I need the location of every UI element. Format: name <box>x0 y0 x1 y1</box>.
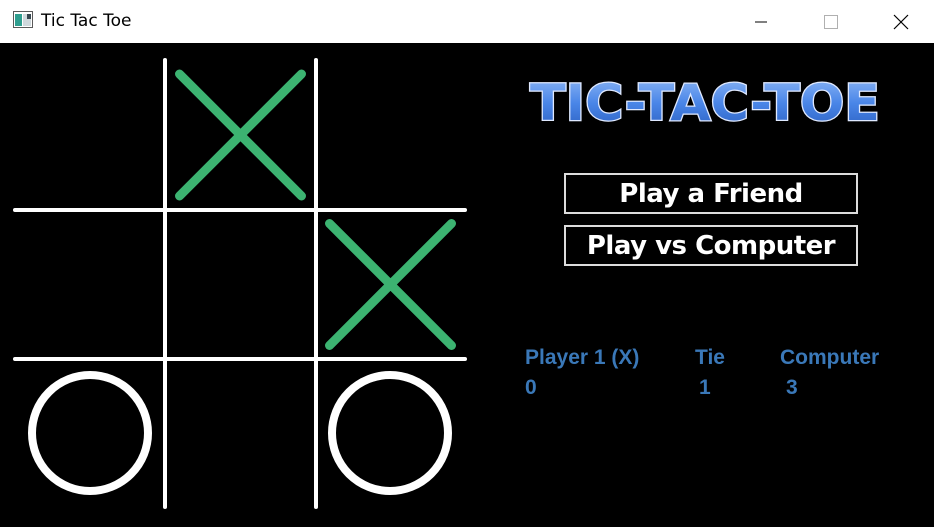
player1-label: Player 1 (X) <box>525 346 640 369</box>
minimize-icon <box>755 21 767 22</box>
window-title: Tic Tac Toe <box>41 11 132 31</box>
play-a-friend-button[interactable]: Play a Friend <box>564 173 858 214</box>
game-window: Tic Tac Toe TIC-TAC-TOE Play a Friend Pl… <box>0 0 934 527</box>
maximize-icon <box>824 14 838 29</box>
computer-score: 3 <box>786 376 798 399</box>
computer-label: Computer <box>780 346 880 369</box>
board-cell-1-0[interactable] <box>15 210 165 359</box>
board-cell-1-1[interactable] <box>165 210 316 359</box>
minimize-button[interactable] <box>738 0 784 43</box>
play-vs-computer-button[interactable]: Play vs Computer <box>564 225 858 266</box>
board-cell-0-2[interactable] <box>316 60 465 210</box>
tie-score: 1 <box>699 376 711 399</box>
tie-label: Tie <box>695 346 725 369</box>
logo-tic-tac-toe: TIC-TAC-TOE <box>529 73 882 132</box>
game-board[interactable] <box>0 43 480 527</box>
board-cell-0-0[interactable] <box>15 60 165 210</box>
app-window-icon <box>13 11 33 28</box>
title-bar[interactable]: Tic Tac Toe <box>0 0 934 43</box>
board-cell-2-1[interactable] <box>165 359 316 507</box>
logo-text: TIC-TAC-TOE <box>530 74 880 132</box>
board-cell-2-2[interactable] <box>316 359 465 507</box>
close-icon <box>893 14 909 29</box>
close-button[interactable] <box>878 0 924 43</box>
board-cell-2-0[interactable] <box>15 359 165 507</box>
maximize-button[interactable] <box>808 0 854 43</box>
player1-score: 0 <box>525 376 537 399</box>
